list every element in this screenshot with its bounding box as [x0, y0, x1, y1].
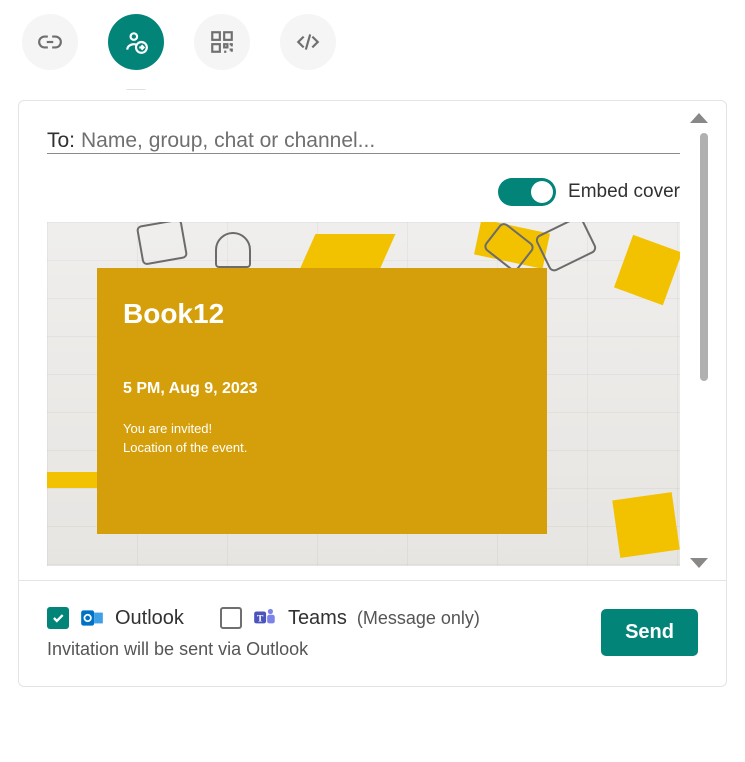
svg-text:T: T: [257, 613, 264, 624]
invite-scroll-area: To: Embed cover Book12 5 PM, Aug 9, 2023: [19, 101, 726, 580]
qr-icon: [209, 29, 235, 55]
tab-qr[interactable]: [194, 14, 250, 70]
link-icon: [37, 29, 63, 55]
embed-cover-row: Embed cover: [47, 178, 718, 206]
cover-title: Book12: [123, 298, 521, 330]
teams-icon: T: [252, 605, 278, 631]
outlook-icon: [79, 605, 105, 631]
cover-subtitle: You are invited! Location of the event.: [123, 420, 521, 458]
outlook-checkbox[interactable]: [47, 607, 69, 629]
cover-location-line: Location of the event.: [123, 440, 247, 455]
cover-preview: Book12 5 PM, Aug 9, 2023 You are invited…: [47, 222, 680, 566]
invite-panel: To: Embed cover Book12 5 PM, Aug 9, 2023: [18, 100, 727, 687]
person-send-icon: [123, 29, 149, 55]
send-button[interactable]: Send: [601, 609, 698, 656]
to-input[interactable]: [81, 129, 680, 153]
channel-row: Outlook T Teams (Message only): [47, 605, 480, 631]
scroll-down-arrow[interactable]: [690, 558, 708, 568]
cover-datetime: 5 PM, Aug 9, 2023: [123, 380, 521, 398]
decoration: [215, 232, 251, 268]
message-only-note: (Message only): [357, 608, 480, 629]
to-row: To:: [47, 129, 718, 154]
code-icon: [295, 29, 321, 55]
scroll-up-arrow[interactable]: [690, 113, 708, 123]
decoration: [612, 492, 679, 558]
to-label: To:: [47, 129, 75, 153]
send-hint: Invitation will be sent via Outlook: [47, 639, 480, 660]
share-method-tabs: [18, 14, 727, 70]
embed-cover-label: Embed cover: [568, 181, 680, 203]
tab-embed[interactable]: [280, 14, 336, 70]
tab-invite[interactable]: [108, 14, 164, 70]
cover-invited-line: You are invited!: [123, 421, 212, 436]
panel-footer: Outlook T Teams (Message only) Invitatio…: [19, 580, 726, 686]
decoration: [299, 234, 396, 272]
scroll-thumb[interactable]: [700, 133, 708, 381]
tab-link[interactable]: [22, 14, 78, 70]
teams-checkbox[interactable]: [220, 607, 242, 629]
cover-card: Book12 5 PM, Aug 9, 2023 You are invited…: [97, 268, 547, 534]
teams-label: Teams: [288, 607, 347, 630]
check-icon: [51, 611, 65, 625]
embed-cover-toggle[interactable]: [498, 178, 556, 206]
outlook-label: Outlook: [115, 607, 184, 630]
